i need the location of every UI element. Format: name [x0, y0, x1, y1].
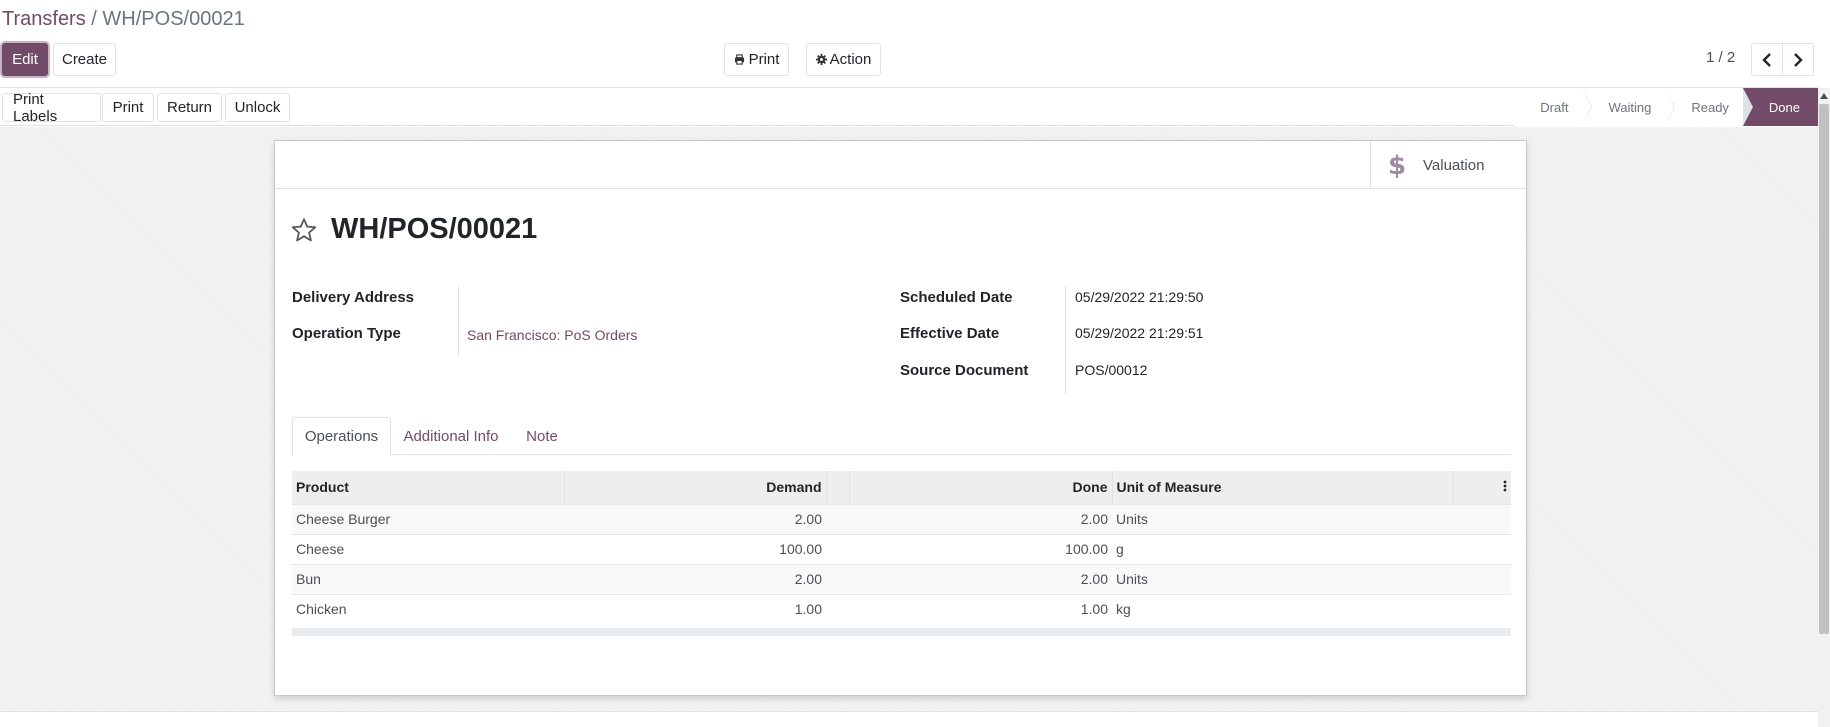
column-header-product[interactable]: Product	[292, 471, 565, 504]
table-row[interactable]: Chicken 1.00 1.00 kg	[292, 593, 1511, 624]
scroll-up-arrow-icon[interactable]	[1820, 93, 1828, 99]
table-row[interactable]: Cheese 100.00 100.00 g	[292, 533, 1511, 564]
chevron-right-icon	[1793, 52, 1803, 67]
right-group-separator	[1065, 286, 1066, 394]
print-labels-button[interactable]: Print Labels	[2, 91, 101, 125]
cell-spacer	[826, 533, 849, 564]
scrollbar-thumb[interactable]	[1819, 104, 1829, 634]
breadcrumb: Transfers / WH/POS/00021	[2, 8, 245, 31]
button-box: $ Valuation	[275, 141, 1526, 189]
operation-type-label: Operation Type	[292, 325, 401, 342]
notebook-tabs: Operations Additional Info Note	[292, 417, 1511, 456]
breadcrumb-transfers-link[interactable]: Transfers	[2, 8, 86, 30]
cell-product: Cheese Burger	[292, 503, 564, 534]
cell-done: 1.00	[849, 593, 1112, 624]
action-dropdown-label: Action	[829, 51, 872, 68]
star-icon[interactable]	[291, 217, 317, 243]
effective-date-label: Effective Date	[900, 325, 1000, 342]
pager-previous-button[interactable]	[1751, 43, 1783, 76]
source-document-label: Source Document	[900, 362, 1029, 379]
scheduled-date-label: Scheduled Date	[900, 289, 1013, 306]
cell-product: Chicken	[292, 593, 564, 624]
cell-uom: kg	[1112, 593, 1453, 624]
table-footer	[292, 628, 1511, 636]
title-row: WH/POS/00021	[291, 213, 537, 246]
status-steps: Draft Waiting Ready Done	[1514, 88, 1818, 126]
form-statusbar: Print Labels Print Return Unlock Draft W…	[0, 88, 1818, 126]
cell-demand: 1.00	[564, 593, 826, 624]
cell-empty	[1453, 503, 1511, 534]
status-step-done[interactable]: Done	[1742, 88, 1818, 126]
dollar-icon: $	[1371, 151, 1423, 179]
cell-empty	[1453, 533, 1511, 564]
status-step-ready[interactable]: Ready	[1665, 88, 1753, 126]
unlock-button[interactable]: Unlock	[225, 93, 290, 122]
tab-additional-info[interactable]: Additional Info	[391, 417, 511, 455]
cell-uom: g	[1112, 533, 1453, 564]
cell-empty	[1453, 593, 1511, 624]
optional-columns-toggle[interactable]	[1453, 471, 1511, 504]
cell-spacer	[826, 503, 849, 534]
print-button[interactable]: Print	[102, 93, 154, 122]
cell-done: 2.00	[849, 563, 1112, 594]
pager-value[interactable]: 1 / 2	[1706, 49, 1735, 66]
cell-demand: 2.00	[564, 503, 826, 534]
operation-type-link[interactable]: San Francisco: PoS Orders	[467, 327, 637, 343]
chevron-left-icon	[1762, 52, 1772, 67]
cell-demand: 2.00	[564, 563, 826, 594]
column-header-uom[interactable]: Unit of Measure	[1112, 471, 1454, 504]
cell-product: Bun	[292, 563, 564, 594]
table-row[interactable]: Bun 2.00 2.00 Units	[292, 563, 1511, 594]
bottom-strip	[0, 712, 1818, 727]
table-row[interactable]: Cheese Burger 2.00 2.00 Units	[292, 503, 1511, 534]
print-dropdown-button[interactable]: Print	[724, 43, 789, 76]
status-step-draft[interactable]: Draft	[1514, 88, 1593, 126]
kebab-menu-icon	[1503, 480, 1507, 492]
operations-table: Product Demand Done Unit of Measure Chee…	[292, 471, 1511, 624]
tab-note[interactable]: Note	[511, 417, 573, 455]
svg-text:$: $	[1389, 151, 1405, 179]
action-dropdown-button[interactable]: Action	[806, 43, 881, 76]
column-header-demand[interactable]: Demand	[564, 471, 827, 504]
cell-demand: 100.00	[564, 533, 826, 564]
cell-done: 2.00	[849, 503, 1112, 534]
cell-spacer	[826, 563, 849, 594]
print-icon	[734, 54, 745, 65]
breadcrumb-separator: /	[91, 8, 97, 30]
effective-date-value: 05/29/2022 21:29:51	[1075, 325, 1204, 341]
pager-next-button[interactable]	[1782, 43, 1814, 76]
cell-uom: Units	[1112, 563, 1453, 594]
column-header-done[interactable]: Done	[849, 471, 1113, 504]
record-title: WH/POS/00021	[331, 213, 538, 245]
print-dropdown-label: Print	[748, 51, 780, 68]
breadcrumb-current: WH/POS/00021	[102, 8, 245, 30]
cell-spacer	[826, 593, 849, 624]
cell-done: 100.00	[849, 533, 1112, 564]
tab-operations[interactable]: Operations	[292, 417, 391, 456]
valuation-label: Valuation	[1423, 156, 1485, 174]
control-panel: Transfers / WH/POS/00021 Edit Create Pri…	[0, 0, 1818, 88]
edit-button[interactable]: Edit	[2, 43, 48, 76]
gear-icon	[815, 54, 827, 65]
table-header-row: Product Demand Done Unit of Measure	[292, 471, 1511, 504]
form-sheet: $ Valuation WH/POS/00021 Delivery Addres…	[274, 140, 1527, 696]
delivery-address-label: Delivery Address	[292, 289, 415, 306]
cell-product: Cheese	[292, 533, 564, 564]
column-header-spacer	[826, 471, 850, 504]
return-button[interactable]: Return	[157, 93, 222, 122]
source-document-value: POS/00012	[1075, 362, 1148, 378]
cell-uom: Units	[1112, 503, 1453, 534]
scheduled-date-value: 05/29/2022 21:29:50	[1075, 289, 1204, 305]
valuation-button[interactable]: $ Valuation	[1370, 141, 1526, 189]
left-group-separator	[458, 286, 459, 356]
create-button[interactable]: Create	[53, 43, 116, 76]
vertical-scrollbar[interactable]	[1818, 88, 1830, 727]
status-step-waiting[interactable]: Waiting	[1582, 88, 1676, 126]
cell-empty	[1453, 563, 1511, 594]
